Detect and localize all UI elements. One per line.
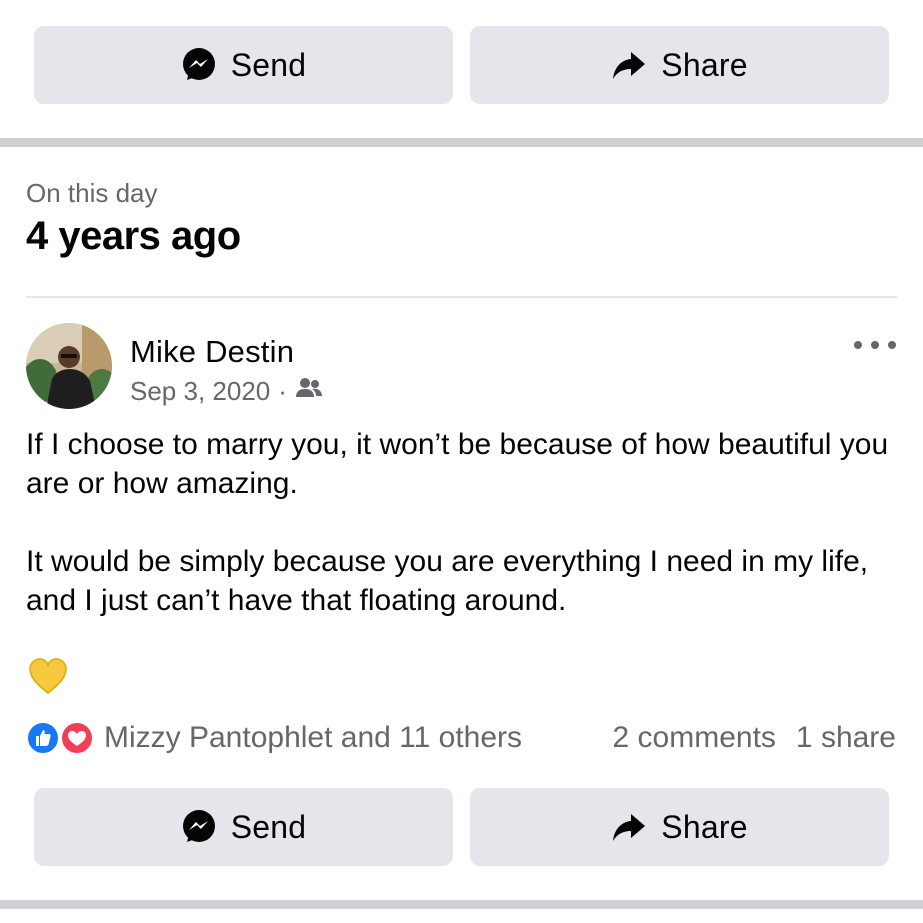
share-button[interactable]: Share xyxy=(470,26,889,104)
post-paragraph: If I choose to marry you, it won’t be be… xyxy=(26,428,889,500)
engagement-counts: 2 comments 1 share xyxy=(613,721,896,755)
top-action-bar: Send Share xyxy=(34,26,889,104)
dot-icon xyxy=(888,341,896,349)
reaction-icons[interactable] xyxy=(26,721,100,755)
shares-count[interactable]: 1 share xyxy=(796,721,896,755)
dot-icon xyxy=(854,341,862,349)
memory-subtitle: On this day xyxy=(26,178,158,208)
avatar[interactable] xyxy=(26,323,112,409)
post-body: If I choose to marry you, it won’t be be… xyxy=(26,425,906,659)
friends-icon xyxy=(295,376,323,407)
meta-separator: · xyxy=(278,376,287,406)
share-arrow-icon xyxy=(611,47,647,83)
share-label: Share xyxy=(661,808,748,845)
author-name[interactable]: Mike Destin xyxy=(130,334,294,370)
send-label: Send xyxy=(230,808,307,845)
reactions-summary: Mizzy Pantophlet and 11 others 2 comment… xyxy=(26,718,896,758)
send-button[interactable]: Send xyxy=(34,788,453,866)
send-button[interactable]: Send xyxy=(34,26,453,104)
section-divider xyxy=(0,900,923,909)
post-meta: Sep 3, 2020 · xyxy=(130,376,323,407)
post-date[interactable]: Sep 3, 2020 xyxy=(130,376,270,407)
messenger-icon xyxy=(181,809,217,845)
header-divider xyxy=(26,296,897,298)
yellow-heart-icon xyxy=(28,656,68,696)
dot-icon xyxy=(871,341,879,349)
share-button[interactable]: Share xyxy=(470,788,889,866)
messenger-icon xyxy=(181,47,217,83)
comments-count[interactable]: 2 comments xyxy=(613,721,776,755)
send-label: Send xyxy=(230,46,307,83)
share-label: Share xyxy=(661,46,748,83)
section-divider xyxy=(0,138,923,147)
post-paragraph: It would be simply because you are every… xyxy=(26,545,869,617)
love-icon xyxy=(60,721,94,755)
more-options-button[interactable] xyxy=(854,334,896,356)
memory-title: 4 years ago xyxy=(26,214,241,258)
reactors-text[interactable]: Mizzy Pantophlet and 11 others xyxy=(104,721,522,755)
bottom-action-bar: Send Share xyxy=(34,788,889,866)
share-arrow-icon xyxy=(611,809,647,845)
like-icon xyxy=(26,721,60,755)
